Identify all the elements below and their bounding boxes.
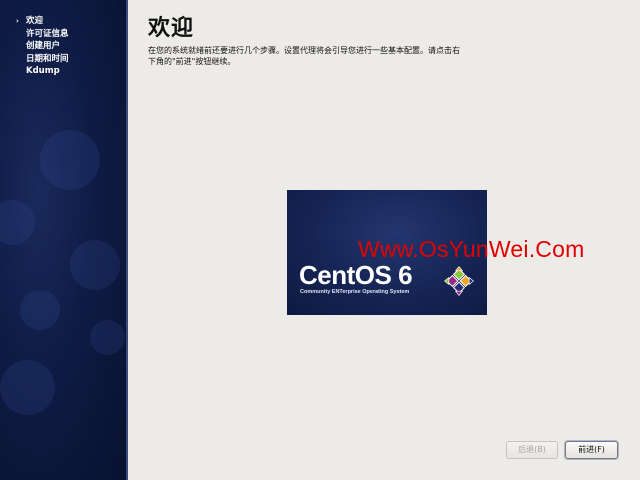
step-label: 日期和时间 <box>26 53 69 64</box>
logo-tagline: Community ENTerprise Operating System <box>300 289 410 295</box>
back-button[interactable]: 后退(B) <box>506 441 558 459</box>
sidebar-bokeh <box>0 360 55 415</box>
centos-pinwheel-icon <box>444 266 474 296</box>
sidebar: › 欢迎 许可证信息 创建用户 日期和时间 Kdump <box>0 0 128 480</box>
step-kdump: Kdump <box>14 65 69 78</box>
sidebar-bokeh <box>70 240 120 290</box>
step-date-time: 日期和时间 <box>14 53 69 66</box>
forward-button[interactable]: 前进(F) <box>565 441 618 459</box>
step-welcome: › 欢迎 <box>14 15 69 28</box>
sidebar-bokeh <box>90 320 125 355</box>
sidebar-bokeh <box>0 200 35 245</box>
logo-wordmark: CentOS 6 <box>299 260 413 290</box>
step-label: 许可证信息 <box>26 28 69 39</box>
step-label: Kdump <box>26 66 60 76</box>
step-list: › 欢迎 许可证信息 创建用户 日期和时间 Kdump <box>14 15 69 78</box>
sidebar-bokeh <box>20 290 60 330</box>
sidebar-edge <box>126 0 128 480</box>
current-step-marker: › <box>16 17 19 25</box>
step-label: 创建用户 <box>26 41 61 51</box>
watermark-text: Www.OsYunWei.Com <box>358 236 585 262</box>
sidebar-bokeh <box>40 130 100 190</box>
page-title: 欢迎 <box>148 16 195 41</box>
step-label: 欢迎 <box>26 16 44 26</box>
step-create-user: 创建用户 <box>14 40 69 53</box>
step-license: 许可证信息 <box>14 28 69 41</box>
intro-text: 在您的系统就绪前还要进行几个步骤。设置代理将会引导您进行一些基本配置。请点击右下… <box>148 46 460 66</box>
firstboot-window: › 欢迎 许可证信息 创建用户 日期和时间 Kdump 欢迎 在您的系统就绪前还… <box>0 0 640 480</box>
